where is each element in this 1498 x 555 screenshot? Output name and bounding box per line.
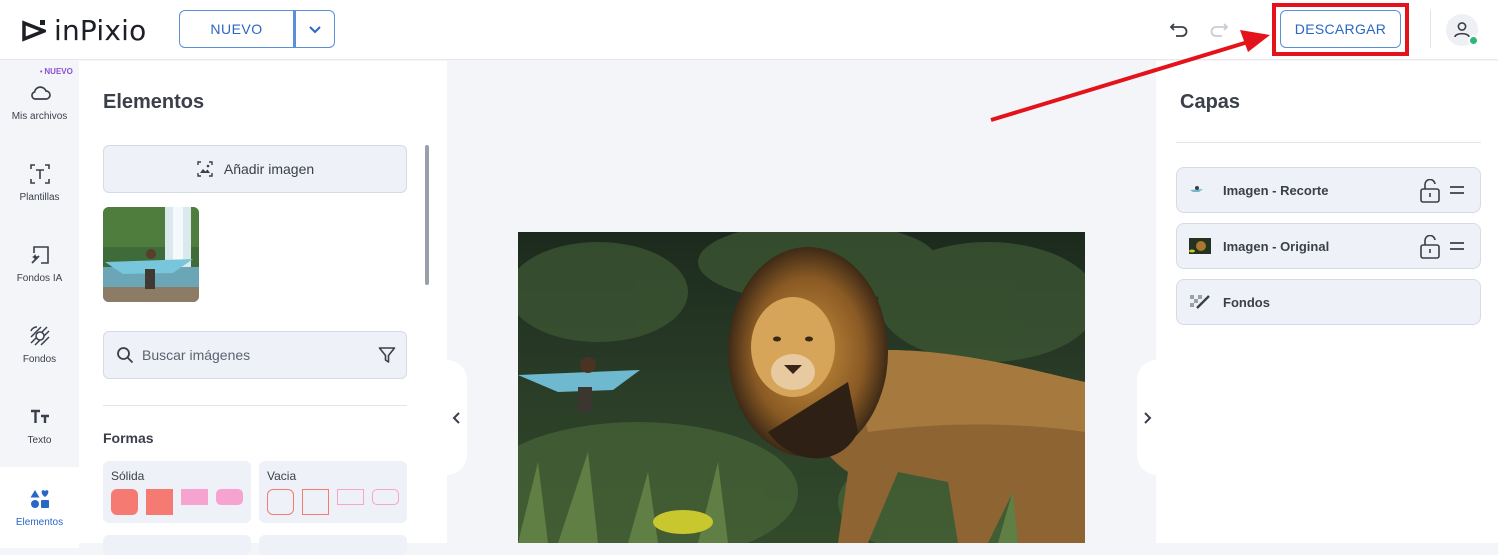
outline-rounded-rectangle-shape[interactable] (372, 489, 399, 505)
sidebar-item-label: Plantillas (19, 192, 60, 203)
shapes-solid-group: Sólida (103, 461, 251, 523)
search-input[interactable] (142, 347, 362, 363)
shapes-outline-group: Vacia (259, 461, 407, 523)
sidebar-item-label: Texto (27, 435, 52, 446)
chevron-down-icon (309, 26, 321, 34)
template-icon (28, 162, 52, 186)
elements-panel: Elementos Añadir imagen Formas Sólida (79, 61, 447, 555)
logo-icon (22, 19, 49, 43)
section-divider (103, 405, 407, 406)
left-sidebar: • NUEVO Mis archivos Plantillas Fondos I… (0, 61, 79, 548)
chevron-left-icon (452, 411, 460, 424)
chevron-right-icon (1144, 411, 1152, 424)
layer-item[interactable]: Imagen - Recorte (1176, 167, 1481, 213)
layer-item[interactable]: Fondos (1176, 279, 1481, 325)
new-button[interactable]: NUEVO (179, 10, 294, 48)
app-name: inPixio (54, 14, 147, 47)
solid-rounded-rectangle-shape[interactable] (216, 489, 243, 505)
layers-panel: Capas Imagen - Recorte Imagen - Original… (1156, 61, 1498, 543)
outline-square-shape[interactable] (302, 489, 329, 515)
sidebar-item-text[interactable]: Texto (0, 385, 79, 466)
drag-handle-icon[interactable] (1449, 185, 1465, 195)
sidebar-item-label: Mis archivos (11, 111, 68, 122)
image-search-field[interactable] (103, 331, 407, 379)
shapes-group-partial (103, 535, 251, 555)
sidebar-item-label: Fondos IA (16, 273, 63, 284)
layer-name: Imagen - Recorte (1223, 182, 1329, 198)
sidebar-item-label: Elementos (15, 517, 64, 528)
layer-item[interactable]: Imagen - Original (1176, 223, 1481, 269)
collapse-right-panel-button[interactable] (1137, 360, 1157, 475)
redo-icon (1210, 23, 1229, 37)
drag-handle-icon[interactable] (1449, 241, 1465, 251)
sidebar-item-elements[interactable]: Elementos (0, 467, 79, 548)
solid-rounded-square-shape[interactable] (111, 489, 138, 515)
cloud-icon (28, 81, 52, 105)
unlock-icon[interactable] (1419, 235, 1441, 259)
filter-icon[interactable] (378, 346, 396, 364)
search-icon (117, 347, 134, 364)
outline-rounded-square-shape[interactable] (267, 489, 294, 515)
header-divider (1430, 10, 1431, 48)
solid-square-shape[interactable] (146, 489, 173, 515)
add-image-button[interactable]: Añadir imagen (103, 145, 407, 193)
sidebar-item-label: Fondos (22, 354, 57, 365)
image-add-icon (197, 161, 213, 177)
layer-name: Imagen - Original (1223, 238, 1330, 254)
panel-scrollbar[interactable] (425, 145, 429, 285)
avatar[interactable] (1446, 14, 1479, 46)
outline-rectangle-shape[interactable] (337, 489, 364, 505)
redo-button[interactable] (1208, 18, 1230, 40)
collapse-left-panel-button[interactable] (447, 360, 467, 475)
layer-thumbnail (1190, 186, 1203, 192)
shapes-group-partial (259, 535, 407, 555)
shapes-icon (28, 487, 52, 511)
ai-background-icon (28, 243, 52, 267)
download-highlight-box (1272, 3, 1409, 56)
undo-icon (1169, 23, 1188, 37)
solid-rectangle-shape[interactable] (181, 489, 208, 505)
background-icon (28, 324, 52, 348)
new-dropdown-button[interactable] (294, 10, 335, 48)
panel-title: Capas (1180, 91, 1241, 113)
app-logo[interactable]: inPixio (22, 14, 146, 47)
background-layer-icon (1190, 295, 1210, 309)
sidebar-item-my-files[interactable]: Mis archivos (0, 61, 79, 142)
shapes-section-title: Formas (103, 430, 154, 446)
sidebar-item-backgrounds[interactable]: Fondos (0, 304, 79, 385)
layer-name: Fondos (1223, 294, 1270, 310)
panel-title: Elementos (103, 91, 205, 113)
text-icon (28, 405, 52, 429)
unlock-icon[interactable] (1419, 179, 1441, 203)
undo-button[interactable] (1168, 18, 1190, 40)
sidebar-item-ai-backgrounds[interactable]: Fondos IA (0, 223, 79, 304)
section-divider (1176, 142, 1481, 143)
layer-thumbnail (1189, 238, 1211, 254)
sidebar-item-templates[interactable]: Plantillas (0, 142, 79, 223)
uploaded-image-thumbnail[interactable] (103, 207, 199, 302)
shape-group-label: Vacia (267, 469, 297, 483)
shape-group-label: Sólida (111, 469, 145, 483)
canvas-image[interactable] (518, 232, 1085, 543)
add-image-label: Añadir imagen (223, 161, 315, 177)
online-status-dot (1468, 35, 1479, 46)
